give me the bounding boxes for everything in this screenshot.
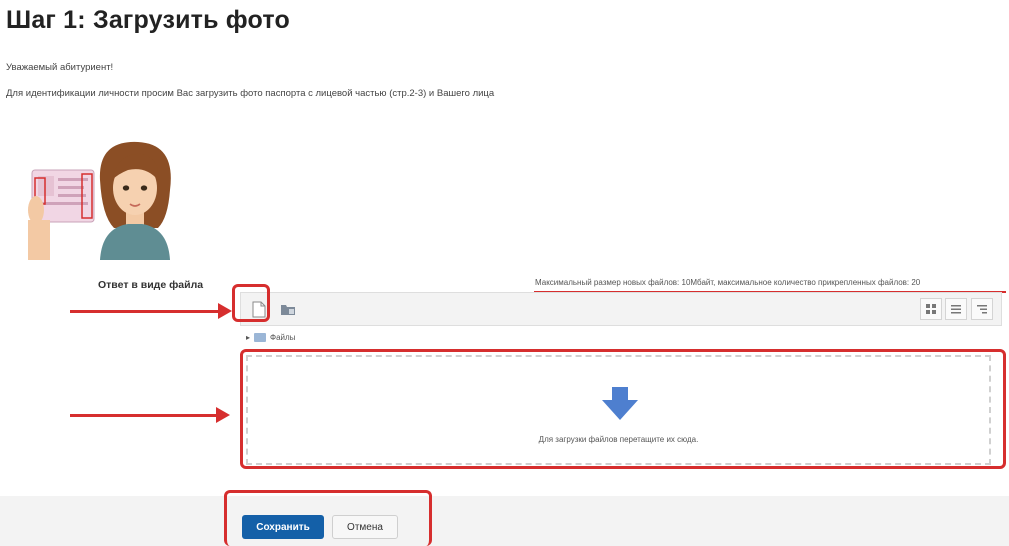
greeting-text: Уважаемый абитуриент!	[6, 62, 114, 73]
view-list-icon[interactable]	[945, 298, 967, 320]
max-file-info: Максимальный размер новых файлов: 10Мбай…	[535, 278, 921, 287]
instruction-text: Для идентификации личности просим Вас за…	[6, 88, 495, 99]
add-file-highlight	[232, 284, 270, 322]
breadcrumb[interactable]: ▸ Файлы	[246, 333, 295, 342]
create-folder-icon[interactable]	[277, 297, 299, 321]
dropzone-highlight	[240, 349, 1006, 469]
page-title: Шаг 1: Загрузить фото	[6, 6, 290, 34]
breadcrumb-files[interactable]: Файлы	[270, 333, 295, 342]
pointer-arrow-icon	[70, 407, 230, 423]
view-tree-icon[interactable]	[971, 298, 993, 320]
woman-holding-passport-image	[28, 141, 171, 260]
view-icons-icon[interactable]	[920, 298, 942, 320]
chevron-right-icon: ▸	[246, 333, 251, 342]
filemanager-toolbar	[240, 292, 1002, 326]
pointer-arrow-icon	[70, 303, 232, 319]
form-actions-bar	[0, 496, 1009, 546]
upload-field-label: Ответ в виде файла	[98, 279, 204, 291]
folder-icon	[254, 333, 267, 342]
buttons-highlight	[224, 490, 432, 546]
